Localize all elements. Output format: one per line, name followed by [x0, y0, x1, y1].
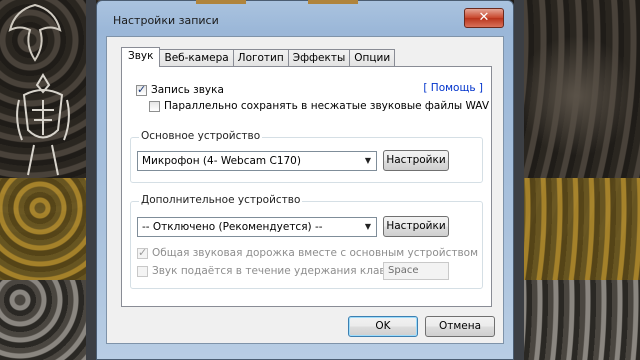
dialog-client-area: Звук Веб-камера Логотип Эффекты Опции [ … [106, 36, 504, 344]
tab-webcam[interactable]: Веб-камера [159, 49, 234, 66]
primary-device-value: Микрофон (4- Webcam C170) [142, 155, 301, 167]
close-button[interactable]: ✕ [464, 8, 504, 28]
primary-settings-button[interactable]: Настройки [383, 150, 449, 171]
hold-key-option[interactable]: Звук подаётся в течение удержания клавиш… [137, 265, 409, 277]
hold-key-checkbox[interactable] [137, 265, 148, 277]
tab-strip: Звук Веб-камера Логотип Эффекты Опции [121, 47, 396, 67]
primary-device-label: Основное устройство [139, 130, 263, 142]
record-sound-option[interactable]: Запись звука [136, 83, 224, 96]
help-link[interactable]: [ Помощь ] [423, 82, 483, 94]
window-title: Настройки записи [113, 14, 219, 27]
ornament-icon [8, 3, 62, 62]
sound-tab-panel: [ Помощь ] Запись звука Параллельно сохр… [121, 66, 492, 307]
chevron-down-icon: ▼ [364, 156, 372, 165]
hold-key-field[interactable]: Space [383, 262, 449, 280]
secondary-settings-button[interactable]: Настройки [383, 216, 449, 237]
close-icon: ✕ [478, 10, 490, 25]
chevron-down-icon: ▼ [364, 222, 372, 231]
common-track-option[interactable]: Общая звуковая дорожка вместе с основным… [137, 246, 478, 259]
secondary-device-label: Дополнительное устройство [139, 194, 303, 206]
save-wav-label: Параллельно сохранять в несжатые звуковы… [164, 100, 489, 112]
cancel-button[interactable]: Отмена [425, 316, 495, 337]
primary-device-group: Основное устройство Микрофон (4- Webcam … [130, 130, 483, 183]
tab-logo[interactable]: Логотип [232, 49, 289, 66]
tab-effects[interactable]: Эффекты [287, 49, 351, 66]
save-wav-option[interactable]: Параллельно сохранять в несжатые звуковы… [149, 100, 489, 112]
title-bar[interactable]: Настройки записи ✕ [96, 0, 514, 36]
primary-device-select[interactable]: Микрофон (4- Webcam C170) ▼ [137, 151, 377, 171]
tab-sound[interactable]: Звук [121, 47, 161, 67]
ok-button[interactable]: OK [348, 316, 418, 337]
common-track-label: Общая звуковая дорожка вместе с основным… [152, 247, 478, 259]
record-settings-dialog: Настройки записи ✕ Звук Веб-камера Логот… [96, 0, 514, 360]
record-sound-label: Запись звука [151, 84, 224, 96]
secondary-device-group: Дополнительное устройство -- Отключено (… [130, 194, 483, 289]
hold-key-label: Звук подаётся в течение удержания клавиш… [152, 265, 409, 277]
secondary-device-select[interactable]: -- Отключено (Рекомендуется) -- ▼ [137, 217, 377, 237]
background-window-edge [514, 0, 524, 360]
background-window-edge [86, 0, 96, 360]
save-wav-checkbox[interactable] [149, 100, 160, 112]
common-track-checkbox[interactable] [137, 246, 148, 259]
secondary-device-value: -- Отключено (Рекомендуется) -- [142, 221, 323, 233]
coat-of-arms-icon [16, 73, 70, 176]
record-sound-checkbox[interactable] [136, 83, 147, 96]
tab-options[interactable]: Опции [349, 49, 396, 66]
